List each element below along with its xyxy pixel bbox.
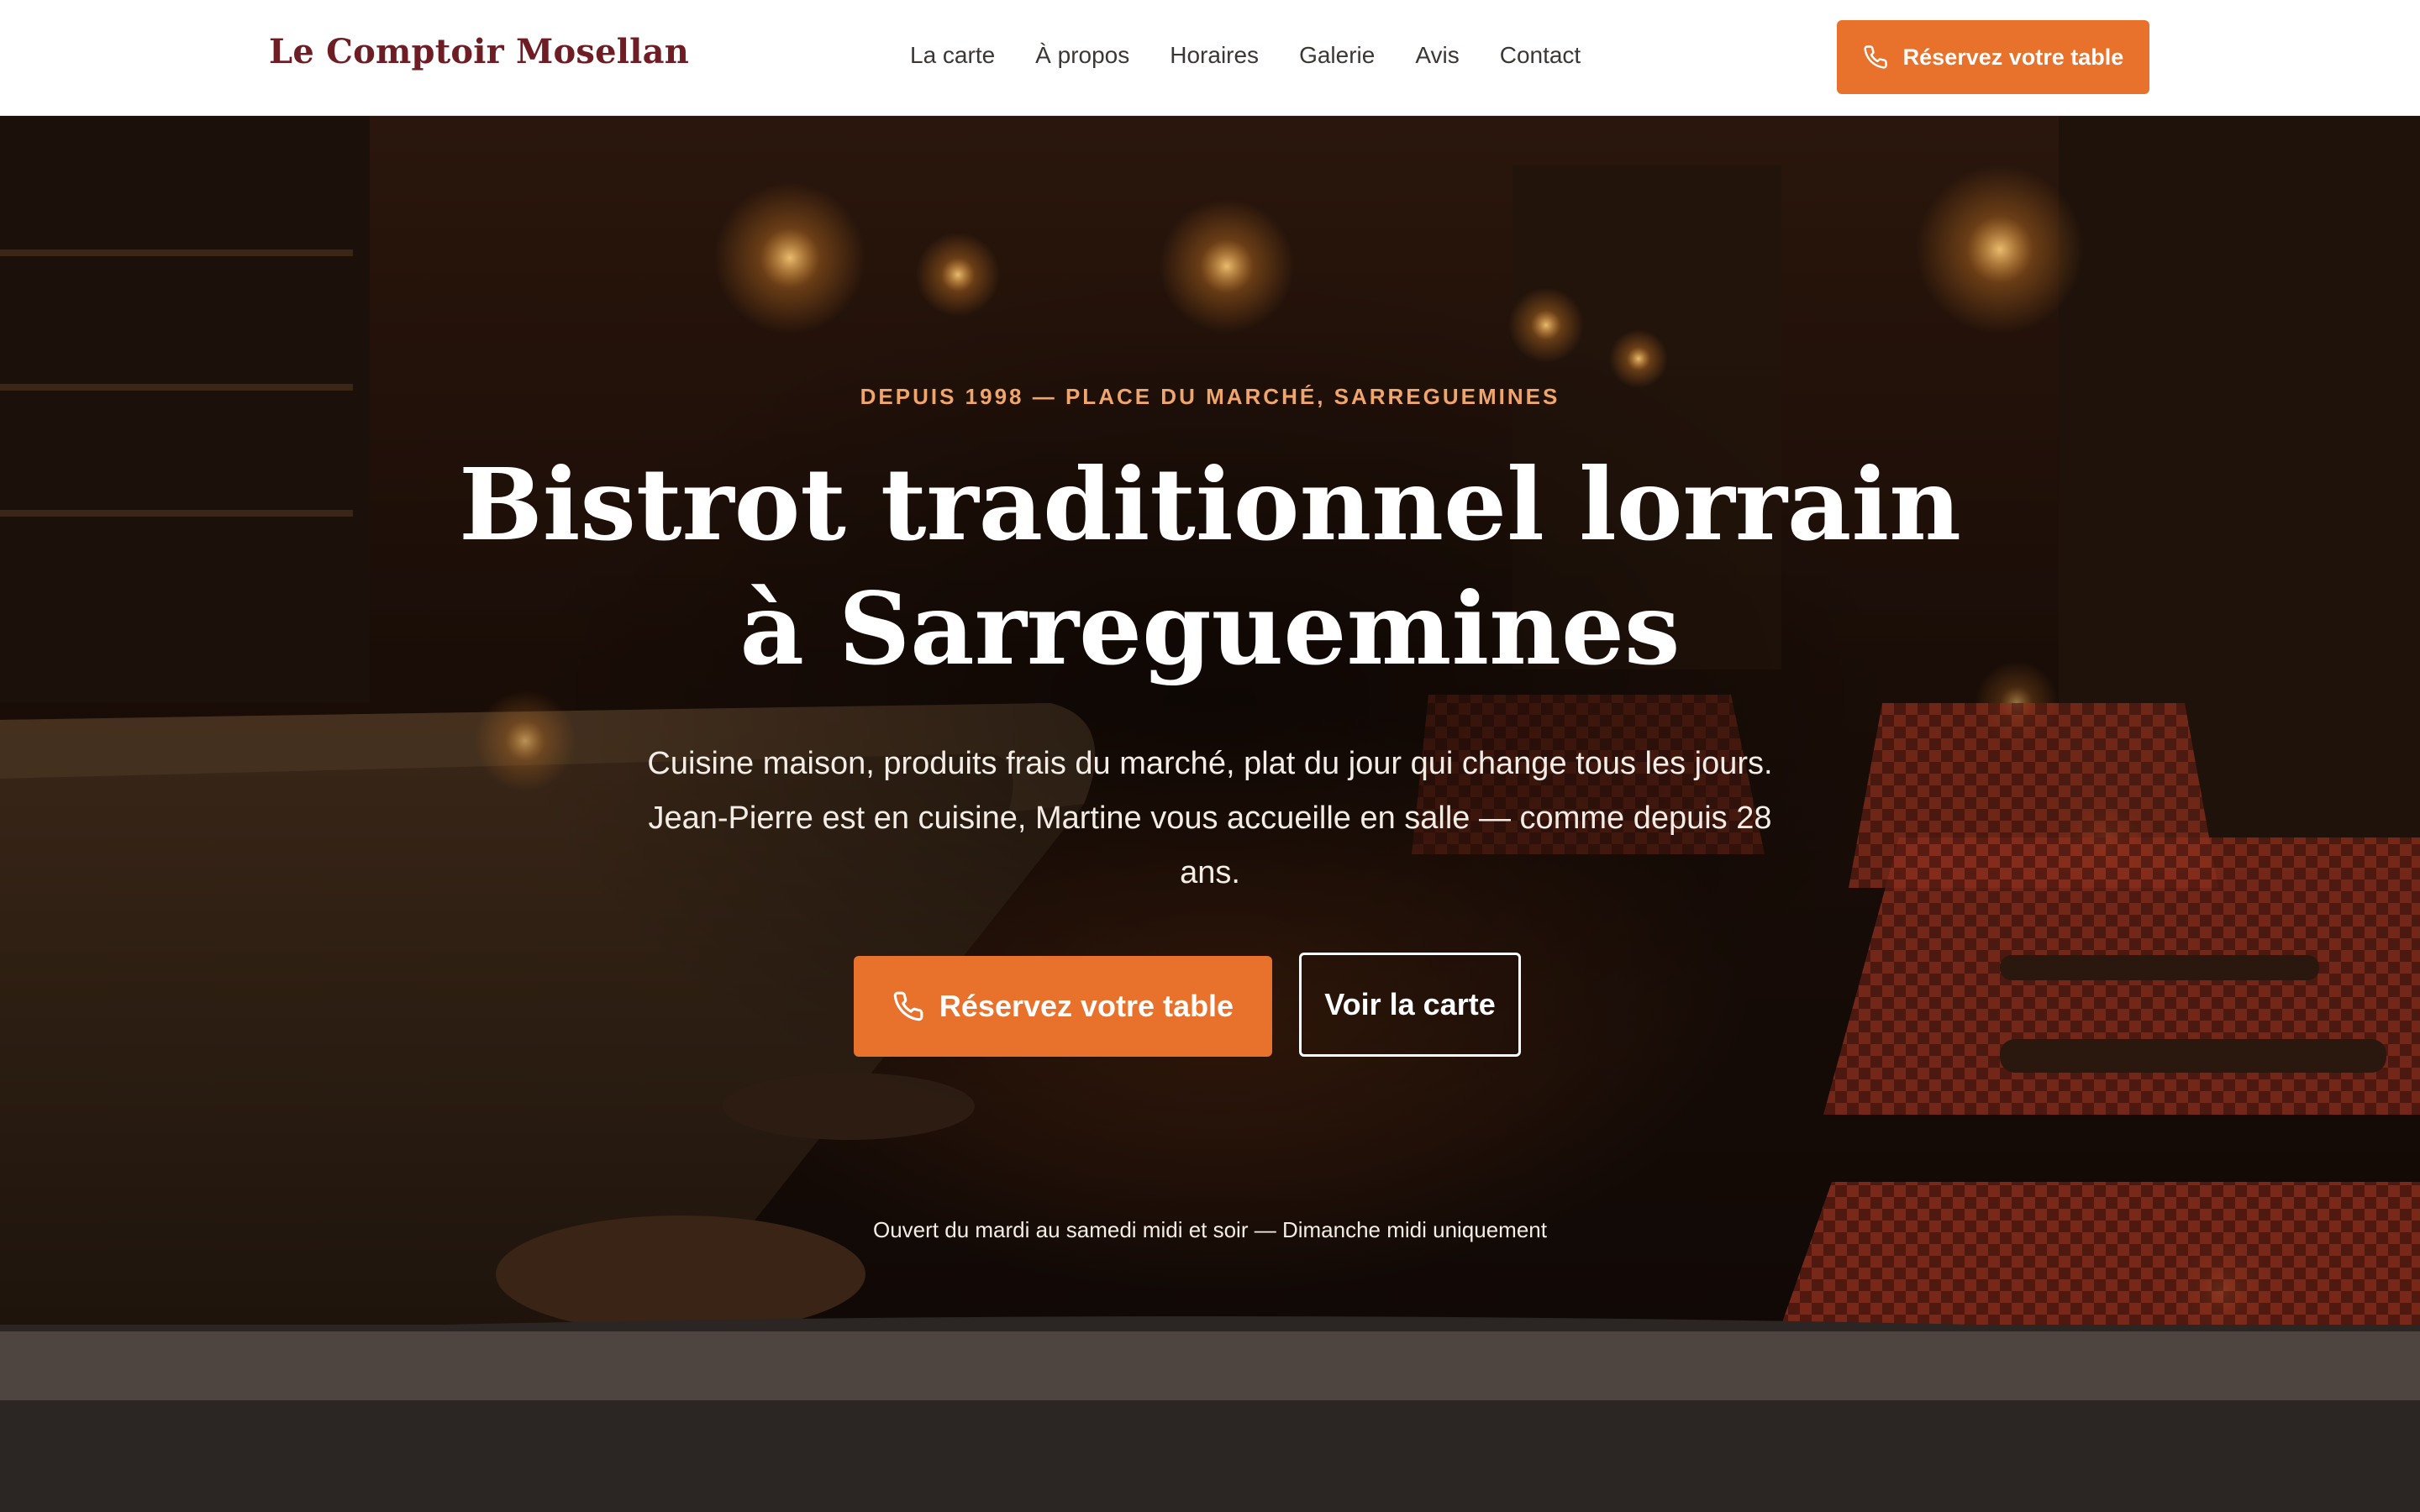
hero-eyebrow: DEPUIS 1998 — PLACE DU MARCHÉ, SARREGUEM… [860, 384, 1560, 409]
view-menu-button[interactable]: Voir la carte [1299, 953, 1521, 1057]
nav-link-horaires[interactable]: Horaires [1170, 42, 1259, 69]
hero-lead: Cuisine maison, produits frais du marché… [647, 746, 1773, 890]
phone-icon [892, 990, 924, 1022]
nav-link-avis[interactable]: Avis [1415, 42, 1459, 69]
hero-title: Bistrot traditionnel lorrain à Sarreguem… [459, 446, 1961, 687]
opening-hours-note: Ouvert du mardi au samedi midi et soir —… [872, 1217, 1547, 1242]
hero-reserve-label: Réservez votre table [939, 989, 1234, 1023]
nav-link-galerie[interactable]: Galerie [1299, 42, 1375, 69]
nav-reserve-label: Réservez votre table [1902, 44, 2124, 70]
brand-logo[interactable]: Le Comptoir Mosellan [269, 32, 689, 71]
hero-section: DEPUIS 1998 — PLACE DU MARCHÉ, SARREGUEM… [0, 115, 2420, 1325]
nav-link-la-carte[interactable]: La carte [910, 42, 995, 69]
next-section [0, 1400, 2420, 1512]
nav-reserve-button[interactable]: Réservez votre table [1837, 20, 2149, 94]
section-divider-band [0, 1331, 2420, 1400]
top-navbar: Le Comptoir Mosellan La carte À propos H… [0, 0, 2420, 116]
hero-content: DEPUIS 1998 — PLACE DU MARCHÉ, SARREGUEM… [0, 115, 2420, 1325]
nav-link-a-propos[interactable]: À propos [1035, 42, 1129, 69]
hero-reserve-button[interactable]: Réservez votre table [854, 956, 1272, 1057]
nav-link-contact[interactable]: Contact [1500, 42, 1581, 69]
main-menu: La carte À propos Horaires Galerie Avis … [910, 42, 1581, 69]
phone-icon [1863, 45, 1888, 70]
